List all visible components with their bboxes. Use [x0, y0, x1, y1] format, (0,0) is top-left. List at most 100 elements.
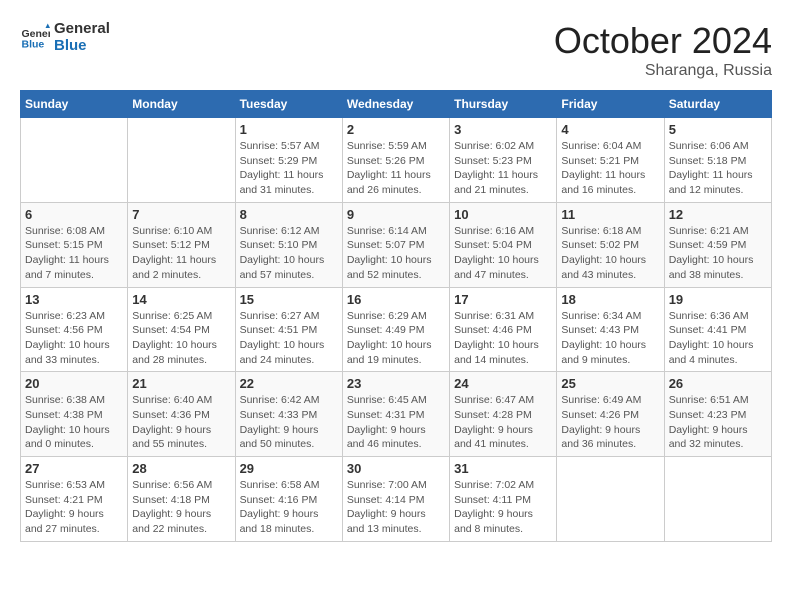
day-info: Sunrise: 5:59 AM Sunset: 5:26 PM Dayligh… — [347, 139, 445, 198]
day-info: Sunrise: 6:51 AM Sunset: 4:23 PM Dayligh… — [669, 393, 767, 452]
day-number: 6 — [25, 207, 123, 222]
weekday-header-row: SundayMondayTuesdayWednesdayThursdayFrid… — [21, 91, 772, 118]
day-info: Sunrise: 6:53 AM Sunset: 4:21 PM Dayligh… — [25, 478, 123, 537]
calendar-week-row: 6Sunrise: 6:08 AM Sunset: 5:15 PM Daylig… — [21, 202, 772, 287]
calendar-cell: 8 Sunrise: 6:12 AM Sunset: 5:10 PM Daylig… — [235, 202, 342, 287]
calendar-cell — [557, 457, 664, 542]
day-info: Sunrise: 6:45 AM Sunset: 4:31 PM Dayligh… — [347, 393, 445, 452]
calendar-cell: 15Sunrise: 6:27 AM Sunset: 4:51 PM Dayli… — [235, 287, 342, 372]
day-info: Sunrise: 6:04 AM Sunset: 5:21 PM Dayligh… — [561, 139, 659, 198]
day-info: Sunrise: 6:56 AM Sunset: 4:18 PM Dayligh… — [132, 478, 230, 537]
weekday-header: Saturday — [664, 91, 771, 118]
day-number: 2 — [347, 122, 445, 137]
calendar-cell: 13Sunrise: 6:23 AM Sunset: 4:56 PM Dayli… — [21, 287, 128, 372]
day-number: 21 — [132, 376, 230, 391]
day-number: 27 — [25, 461, 123, 476]
calendar-cell: 7Sunrise: 6:10 AM Sunset: 5:12 PM Daylig… — [128, 202, 235, 287]
calendar-cell: 25 Sunrise: 6:49 AM Sunset: 4:26 PM Dayli… — [557, 372, 664, 457]
calendar-cell — [128, 118, 235, 203]
day-info: Sunrise: 6:34 AM Sunset: 4:43 PM Dayligh… — [561, 309, 659, 368]
day-info: Sunrise: 6:14 AM Sunset: 5:07 PM Dayligh… — [347, 224, 445, 283]
day-info: Sunrise: 6:25 AM Sunset: 4:54 PM Dayligh… — [132, 309, 230, 368]
day-info: Sunrise: 6:29 AM Sunset: 4:49 PM Dayligh… — [347, 309, 445, 368]
day-number: 12 — [669, 207, 767, 222]
day-info: Sunrise: 7:00 AM Sunset: 4:14 PM Dayligh… — [347, 478, 445, 537]
location: Sharanga, Russia — [554, 62, 772, 80]
day-number: 20 — [25, 376, 123, 391]
logo: General Blue General Blue — [20, 20, 110, 54]
day-info: Sunrise: 5:57 AM Sunset: 5:29 PM Dayligh… — [240, 139, 338, 198]
day-info: Sunrise: 6:58 AM Sunset: 4:16 PM Dayligh… — [240, 478, 338, 537]
calendar-week-row: 20 Sunrise: 6:38 AM Sunset: 4:38 PM Dayli… — [21, 372, 772, 457]
calendar-cell: 9 Sunrise: 6:14 AM Sunset: 5:07 PM Daylig… — [342, 202, 449, 287]
day-number: 31 — [454, 461, 552, 476]
day-info: Sunrise: 6:36 AM Sunset: 4:41 PM Dayligh… — [669, 309, 767, 368]
calendar-table: SundayMondayTuesdayWednesdayThursdayFrid… — [20, 90, 772, 542]
calendar-cell: 6Sunrise: 6:08 AM Sunset: 5:15 PM Daylig… — [21, 202, 128, 287]
calendar-cell: 4 Sunrise: 6:04 AM Sunset: 5:21 PM Daylig… — [557, 118, 664, 203]
calendar-cell — [21, 118, 128, 203]
weekday-header: Monday — [128, 91, 235, 118]
day-number: 19 — [669, 292, 767, 307]
day-number: 25 — [561, 376, 659, 391]
day-info: Sunrise: 6:38 AM Sunset: 4:38 PM Dayligh… — [25, 393, 123, 452]
title-area: October 2024 Sharanga, Russia — [554, 20, 772, 80]
day-number: 10 — [454, 207, 552, 222]
weekday-header: Thursday — [450, 91, 557, 118]
day-info: Sunrise: 6:40 AM Sunset: 4:36 PM Dayligh… — [132, 393, 230, 452]
calendar-week-row: 27 Sunrise: 6:53 AM Sunset: 4:21 PM Dayli… — [21, 457, 772, 542]
day-number: 30 — [347, 461, 445, 476]
weekday-header: Friday — [557, 91, 664, 118]
day-number: 5 — [669, 122, 767, 137]
calendar-cell: 10 Sunrise: 6:16 AM Sunset: 5:04 PM Dayli… — [450, 202, 557, 287]
calendar-cell: 20 Sunrise: 6:38 AM Sunset: 4:38 PM Dayli… — [21, 372, 128, 457]
day-info: Sunrise: 6:47 AM Sunset: 4:28 PM Dayligh… — [454, 393, 552, 452]
day-info: Sunrise: 6:27 AM Sunset: 4:51 PM Dayligh… — [240, 309, 338, 368]
calendar-cell: 18 Sunrise: 6:34 AM Sunset: 4:43 PM Dayli… — [557, 287, 664, 372]
day-number: 17 — [454, 292, 552, 307]
day-info: Sunrise: 6:42 AM Sunset: 4:33 PM Dayligh… — [240, 393, 338, 452]
day-number: 24 — [454, 376, 552, 391]
calendar-cell: 31Sunrise: 7:02 AM Sunset: 4:11 PM Dayli… — [450, 457, 557, 542]
day-number: 9 — [347, 207, 445, 222]
day-number: 7 — [132, 207, 230, 222]
day-info: Sunrise: 6:12 AM Sunset: 5:10 PM Dayligh… — [240, 224, 338, 283]
calendar-cell: 30 Sunrise: 7:00 AM Sunset: 4:14 PM Dayli… — [342, 457, 449, 542]
calendar-cell: 14 Sunrise: 6:25 AM Sunset: 4:54 PM Dayli… — [128, 287, 235, 372]
day-info: Sunrise: 6:02 AM Sunset: 5:23 PM Dayligh… — [454, 139, 552, 198]
day-number: 22 — [240, 376, 338, 391]
day-info: Sunrise: 6:21 AM Sunset: 4:59 PM Dayligh… — [669, 224, 767, 283]
day-info: Sunrise: 6:31 AM Sunset: 4:46 PM Dayligh… — [454, 309, 552, 368]
day-number: 13 — [25, 292, 123, 307]
calendar-cell: 19 Sunrise: 6:36 AM Sunset: 4:41 PM Dayli… — [664, 287, 771, 372]
day-number: 11 — [561, 207, 659, 222]
day-number: 3 — [454, 122, 552, 137]
day-number: 8 — [240, 207, 338, 222]
calendar-cell: 5Sunrise: 6:06 AM Sunset: 5:18 PM Daylig… — [664, 118, 771, 203]
calendar-week-row: 13Sunrise: 6:23 AM Sunset: 4:56 PM Dayli… — [21, 287, 772, 372]
page-header: General Blue General Blue October 2024 S… — [20, 20, 772, 80]
weekday-header: Wednesday — [342, 91, 449, 118]
calendar-cell: 24 Sunrise: 6:47 AM Sunset: 4:28 PM Dayli… — [450, 372, 557, 457]
day-info: Sunrise: 6:49 AM Sunset: 4:26 PM Dayligh… — [561, 393, 659, 452]
calendar-cell: 26 Sunrise: 6:51 AM Sunset: 4:23 PM Dayli… — [664, 372, 771, 457]
calendar-week-row: 1 Sunrise: 5:57 AM Sunset: 5:29 PM Daylig… — [21, 118, 772, 203]
calendar-cell: 12 Sunrise: 6:21 AM Sunset: 4:59 PM Dayli… — [664, 202, 771, 287]
day-number: 26 — [669, 376, 767, 391]
calendar-cell: 2 Sunrise: 5:59 AM Sunset: 5:26 PM Daylig… — [342, 118, 449, 203]
day-number: 14 — [132, 292, 230, 307]
day-info: Sunrise: 6:16 AM Sunset: 5:04 PM Dayligh… — [454, 224, 552, 283]
calendar-cell: 29 Sunrise: 6:58 AM Sunset: 4:16 PM Dayli… — [235, 457, 342, 542]
calendar-cell: 23Sunrise: 6:45 AM Sunset: 4:31 PM Dayli… — [342, 372, 449, 457]
logo-general: General — [54, 20, 110, 37]
day-number: 1 — [240, 122, 338, 137]
calendar-cell: 16 Sunrise: 6:29 AM Sunset: 4:49 PM Dayli… — [342, 287, 449, 372]
logo-icon: General Blue — [20, 22, 50, 52]
day-number: 29 — [240, 461, 338, 476]
calendar-cell: 22 Sunrise: 6:42 AM Sunset: 4:33 PM Dayli… — [235, 372, 342, 457]
day-number: 18 — [561, 292, 659, 307]
calendar-cell: 1 Sunrise: 5:57 AM Sunset: 5:29 PM Daylig… — [235, 118, 342, 203]
day-number: 4 — [561, 122, 659, 137]
day-number: 16 — [347, 292, 445, 307]
calendar-cell: 11Sunrise: 6:18 AM Sunset: 5:02 PM Dayli… — [557, 202, 664, 287]
